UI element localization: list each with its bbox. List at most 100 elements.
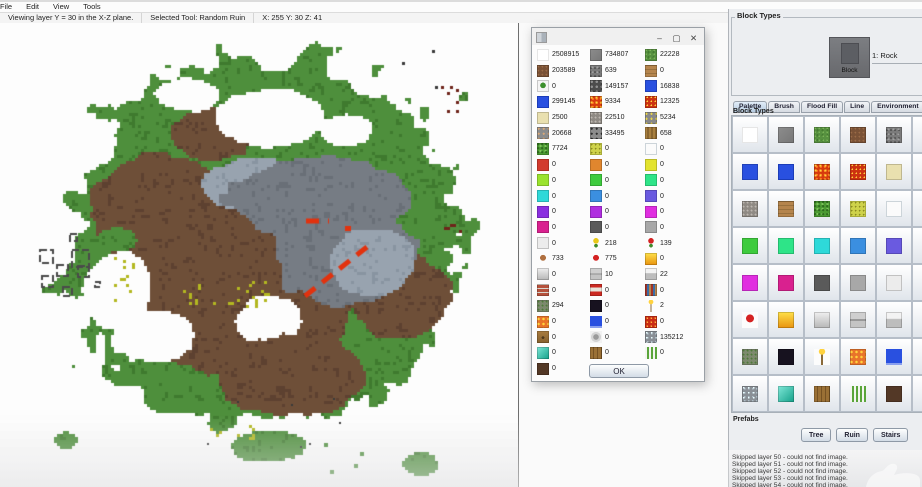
palette-cell-sugar_cane[interactable] bbox=[840, 375, 876, 412]
palette-cell-wool_red[interactable] bbox=[912, 153, 922, 190]
block-count: 0 bbox=[552, 334, 556, 341]
tab-environment[interactable]: Environment bbox=[871, 101, 922, 113]
close-button[interactable]: ✕ bbox=[685, 30, 702, 47]
block-count: 0 bbox=[552, 240, 556, 247]
obsidian-icon bbox=[590, 300, 602, 312]
palette-cell-wool_cyan[interactable] bbox=[804, 227, 840, 264]
block-count: 0 bbox=[660, 193, 664, 200]
palette-cell-slab[interactable] bbox=[876, 301, 912, 338]
palette-cell-wool_green[interactable] bbox=[732, 227, 768, 264]
block-count-item: 0 bbox=[537, 361, 590, 377]
block-count: 22510 bbox=[605, 114, 624, 121]
wool_orange-icon bbox=[590, 159, 602, 171]
palette-cell-wool_rose[interactable] bbox=[768, 264, 804, 301]
block-count-item: 0 bbox=[645, 188, 699, 204]
log-line: Skipped layer 54 - could not find image. bbox=[732, 482, 922, 487]
soil-icon bbox=[886, 386, 902, 402]
palette-cell-wool_ultramarine[interactable] bbox=[876, 227, 912, 264]
palette-cell-grass[interactable] bbox=[804, 116, 840, 153]
block-count: 9334 bbox=[605, 98, 621, 105]
inf_lava-icon bbox=[645, 316, 657, 328]
block-count: 0 bbox=[660, 349, 664, 356]
block-count: 135212 bbox=[660, 334, 683, 341]
palette-cell-wool_magenta[interactable] bbox=[732, 264, 768, 301]
menu-item-tools[interactable]: Tools bbox=[76, 2, 108, 12]
palette-cell-air[interactable] bbox=[732, 116, 768, 153]
slab-icon bbox=[645, 268, 657, 280]
palette-cell-soil[interactable] bbox=[876, 375, 912, 412]
wool_capri-icon bbox=[590, 190, 602, 202]
stone-icon bbox=[778, 127, 794, 143]
palette-cell-chest[interactable] bbox=[912, 375, 922, 412]
cobblestone-icon bbox=[886, 127, 902, 143]
palette-cell-wool_capri[interactable] bbox=[840, 227, 876, 264]
palette-cell-bedrock[interactable] bbox=[912, 116, 922, 153]
status-selected-tool: Selected Tool: Random Ruin bbox=[141, 13, 253, 23]
ok-button[interactable]: OK bbox=[589, 364, 649, 378]
block-count: 0 bbox=[552, 83, 556, 90]
map-canvas[interactable] bbox=[0, 23, 519, 487]
palette-cell-torch[interactable] bbox=[804, 338, 840, 375]
palette-cell-sponge[interactable] bbox=[840, 190, 876, 227]
fire-icon bbox=[537, 316, 549, 328]
block-count-item: 2508915 bbox=[537, 47, 590, 63]
palette-cell-cobblestone[interactable] bbox=[876, 116, 912, 153]
palette-cell-leaves[interactable] bbox=[804, 190, 840, 227]
menu-item-edit[interactable]: Edit bbox=[19, 2, 46, 12]
palette-cell-fire[interactable] bbox=[840, 338, 876, 375]
palette-cell-inf_lava[interactable] bbox=[912, 338, 922, 375]
palette-cell-obsidian[interactable] bbox=[768, 338, 804, 375]
palette-cell-dandelion[interactable] bbox=[912, 264, 922, 301]
water_still-icon bbox=[778, 164, 794, 180]
palette-cell-door[interactable] bbox=[804, 375, 840, 412]
palette-cell-stone[interactable] bbox=[768, 116, 804, 153]
block-count-item: 0 bbox=[590, 173, 645, 189]
palette-cell-water[interactable] bbox=[732, 153, 768, 190]
palette-cell-mossy[interactable] bbox=[732, 338, 768, 375]
planks-icon bbox=[778, 201, 794, 217]
palette-cell-diamond_ore[interactable] bbox=[732, 375, 768, 412]
dialog-titlebar[interactable]: –▢✕ bbox=[532, 28, 704, 45]
palette-cell-wool_orange[interactable] bbox=[912, 190, 922, 227]
palette-cell-lava_still[interactable] bbox=[840, 153, 876, 190]
prefab-button-ruin[interactable]: Ruin bbox=[836, 428, 868, 442]
block-count: 203589 bbox=[552, 67, 575, 74]
palette-cell-iron_block[interactable] bbox=[804, 301, 840, 338]
palette-cell-red_mushroom[interactable] bbox=[732, 301, 768, 338]
palette-cell-planks[interactable] bbox=[768, 190, 804, 227]
palette-cell-diamond_block[interactable] bbox=[768, 375, 804, 412]
palette-cell-wool_darkgray[interactable] bbox=[804, 264, 840, 301]
dandelion-icon bbox=[590, 237, 602, 249]
sand-icon bbox=[886, 164, 902, 180]
palette-cell-brick[interactable] bbox=[912, 301, 922, 338]
block-count: 0 bbox=[660, 145, 664, 152]
iron_block-icon bbox=[814, 312, 830, 328]
palette-cell-wool_violet[interactable] bbox=[912, 227, 922, 264]
menu-item-view[interactable]: View bbox=[46, 2, 76, 12]
leaves-icon bbox=[814, 201, 830, 217]
minimize-button[interactable]: – bbox=[651, 30, 668, 47]
palette-cell-wool_spring[interactable] bbox=[768, 227, 804, 264]
palette-cell-glass[interactable] bbox=[876, 190, 912, 227]
palette-cell-lava[interactable] bbox=[804, 153, 840, 190]
palette-cell-gravel[interactable] bbox=[732, 190, 768, 227]
tab-line[interactable]: Line bbox=[844, 101, 870, 113]
prefab-button-stairs[interactable]: Stairs bbox=[873, 428, 908, 442]
block-count-item: 12325 bbox=[645, 94, 699, 110]
maximize-button[interactable]: ▢ bbox=[668, 30, 685, 47]
palette-cell-wool_white[interactable] bbox=[876, 264, 912, 301]
palette-cell-gold_block[interactable] bbox=[768, 301, 804, 338]
palette-cell-water_still[interactable] bbox=[768, 153, 804, 190]
wool_white-icon bbox=[537, 237, 549, 249]
palette-cell-inf_water[interactable] bbox=[876, 338, 912, 375]
palette-cell-wool_lightgray[interactable] bbox=[840, 264, 876, 301]
sponge-icon bbox=[590, 143, 602, 155]
menu-item-file[interactable]: File bbox=[0, 2, 19, 12]
tab-flood-fill[interactable]: Flood Fill bbox=[801, 101, 843, 113]
brick-icon bbox=[537, 284, 549, 296]
palette-cell-dirt[interactable] bbox=[840, 116, 876, 153]
palette-cell-slab_double[interactable] bbox=[840, 301, 876, 338]
log-line: Skipped layer 52 - could not find image. bbox=[732, 468, 922, 475]
palette-cell-sand[interactable] bbox=[876, 153, 912, 190]
prefab-button-tree[interactable]: Tree bbox=[801, 428, 831, 442]
